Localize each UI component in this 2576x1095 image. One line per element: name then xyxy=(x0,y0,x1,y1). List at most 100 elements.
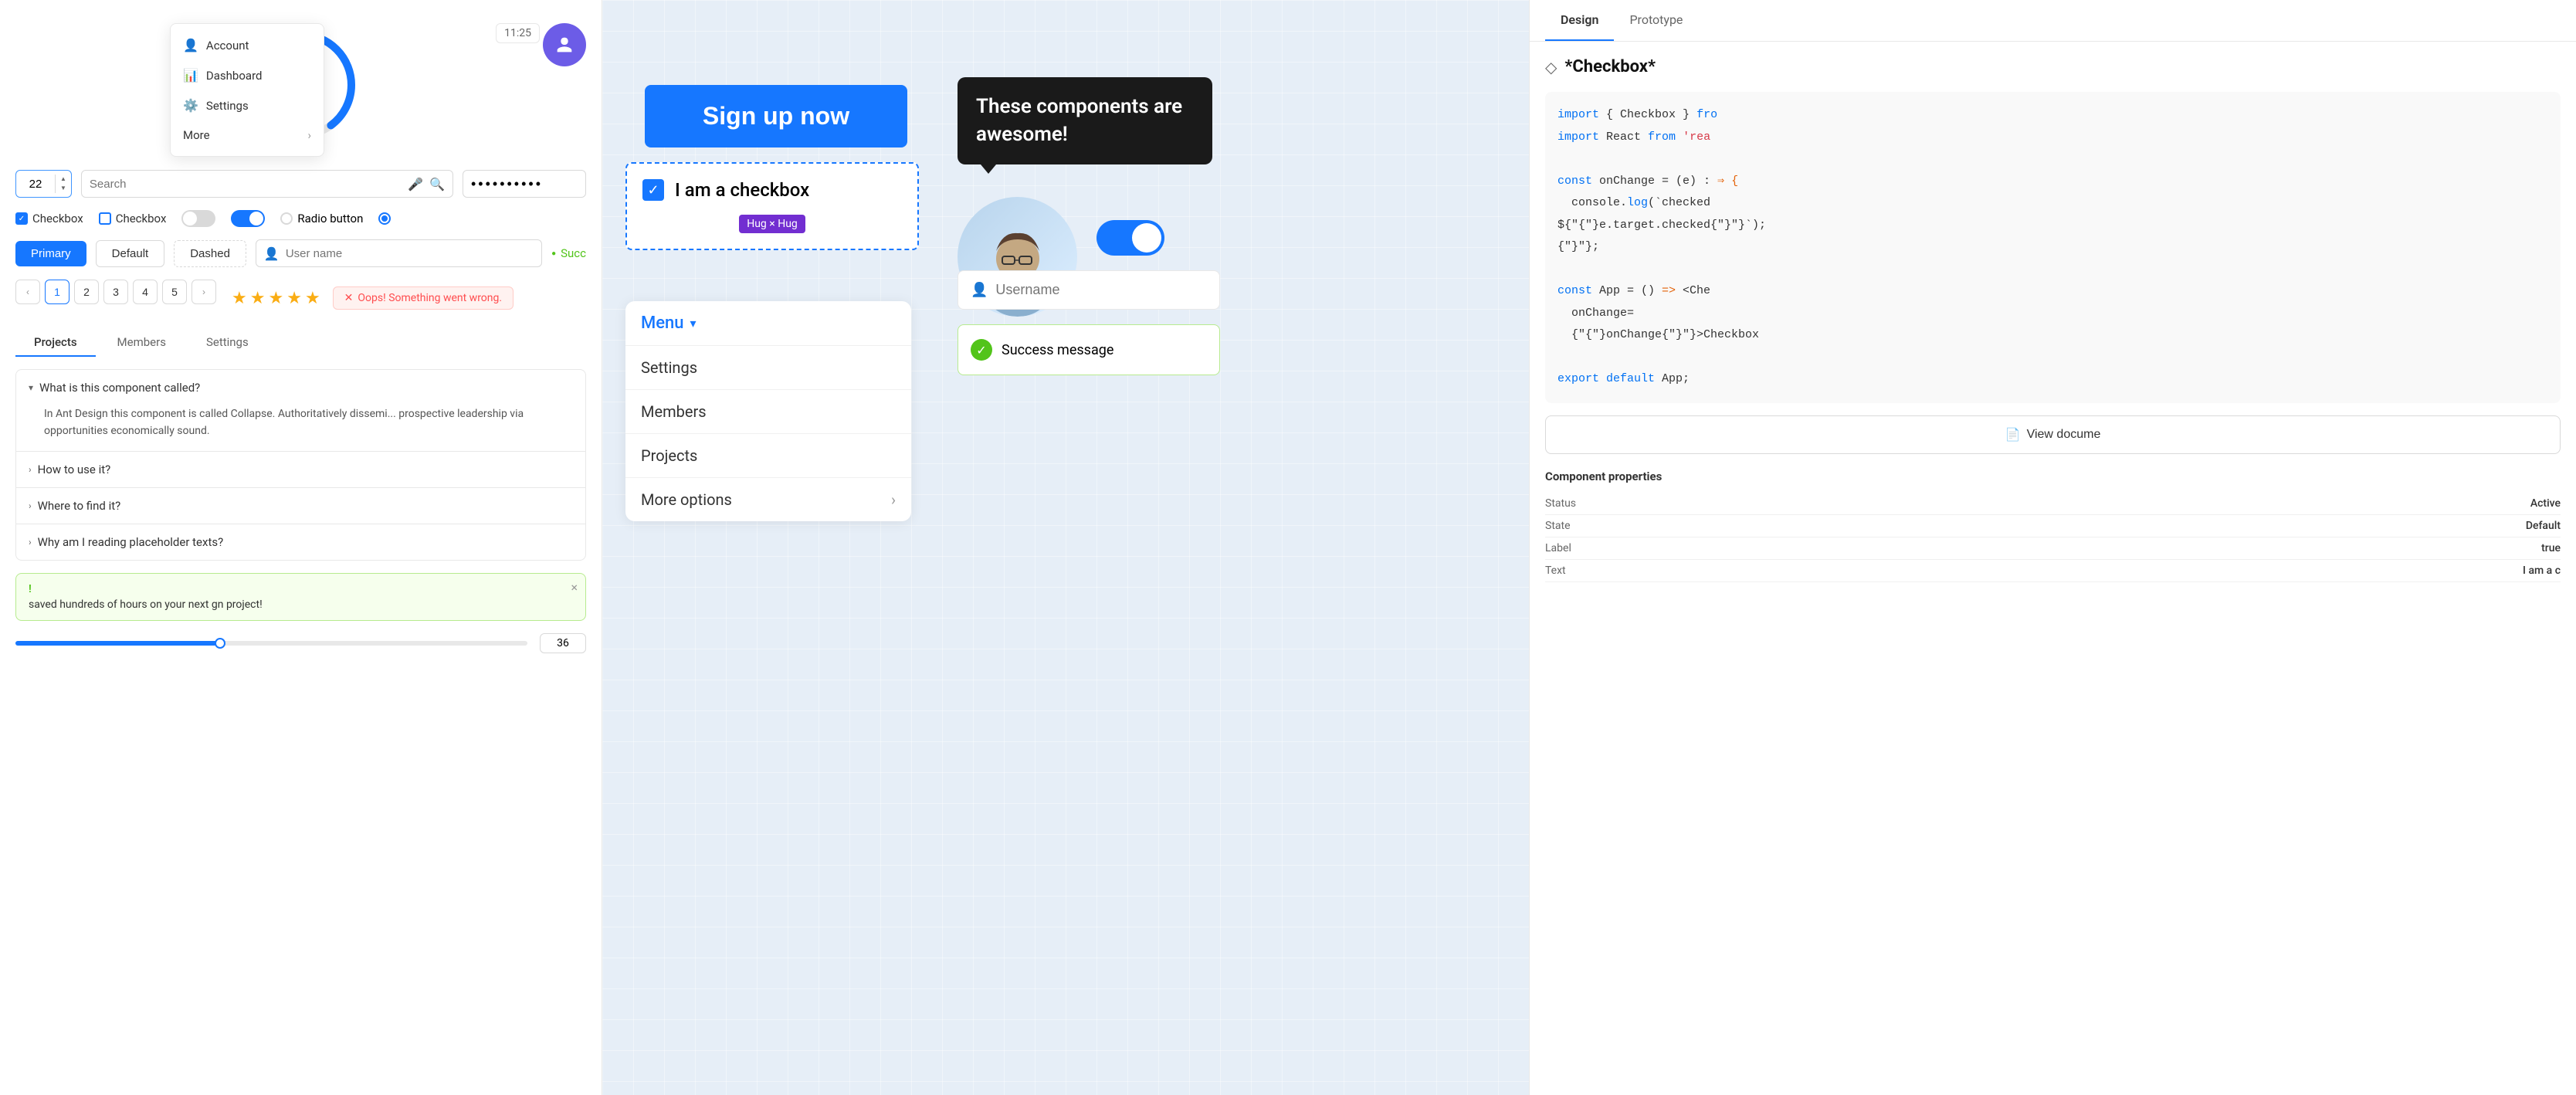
toggle-off[interactable] xyxy=(181,210,215,227)
code-line-13: export default App; xyxy=(1557,368,2548,391)
diamond-icon: ◇ xyxy=(1545,58,1557,76)
slider-thumb[interactable] xyxy=(215,638,225,649)
prev-page-btn[interactable]: ‹ xyxy=(15,280,40,304)
collapse-title-1: What is this component called? xyxy=(39,381,200,395)
tab-settings[interactable]: Settings xyxy=(188,329,267,357)
code-line-3 xyxy=(1557,148,2548,171)
alert-close-btn[interactable]: × xyxy=(571,580,578,595)
search-box[interactable]: 🎤 🔍 xyxy=(81,170,453,198)
star-3[interactable]: ★ xyxy=(268,289,283,308)
right-tab-design[interactable]: Design xyxy=(1545,0,1614,41)
username-input[interactable] xyxy=(286,247,439,260)
radio-button-selected[interactable] xyxy=(378,212,391,225)
right-tab-prototype[interactable]: Prototype xyxy=(1614,0,1698,41)
alert-body: saved hundreds of hours on your next gn … xyxy=(29,598,573,611)
pagination-area: ‹ 1 2 3 4 5 › ★ ★ ★ ★ ★ ✕ Oops! Somethin… xyxy=(15,280,586,317)
page-4-btn[interactable]: 4 xyxy=(133,280,158,304)
decrement-btn[interactable]: ▼ xyxy=(56,184,71,193)
menu-item-members[interactable]: Members xyxy=(625,390,911,434)
collapse-item-2: › How to use it? xyxy=(16,452,585,488)
collapse-icon-right-4: › xyxy=(29,537,32,548)
checkbox-icon-unchecked xyxy=(99,212,111,225)
next-page-btn[interactable]: › xyxy=(192,280,216,304)
collapse-content-1: In Ant Design this component is called C… xyxy=(16,405,585,451)
spinners: ▲ ▼ xyxy=(55,175,71,193)
settings-icon: ⚙️ xyxy=(183,98,198,113)
code-line-12 xyxy=(1557,347,2548,369)
username-field[interactable] xyxy=(995,282,1207,298)
more-options-label: More options xyxy=(641,490,732,509)
collapse-header-1[interactable]: ▾ What is this component called? xyxy=(16,370,585,405)
page-5-btn[interactable]: 5 xyxy=(162,280,187,304)
collapse-header-2[interactable]: › How to use it? xyxy=(16,452,585,487)
code-line-6: ${"{"}e.target.checked{"}"}`); xyxy=(1557,215,2548,237)
right-tab-bar: Design Prototype xyxy=(1530,0,2576,42)
tab-members[interactable]: Members xyxy=(99,329,185,357)
checkbox-card: ✓ I am a checkbox Hug × Hug xyxy=(625,162,919,250)
controls-row: 22 ▲ ▼ 🎤 🔍 xyxy=(15,170,586,198)
primary-button[interactable]: Primary xyxy=(15,241,86,266)
avatar-button[interactable] xyxy=(543,23,586,66)
toggle-blue[interactable] xyxy=(1096,220,1164,256)
radio-inner-dot xyxy=(381,215,388,222)
success-message-text: Success message xyxy=(1002,342,1113,358)
success-message-card: ✓ Success message xyxy=(958,324,1220,375)
checkboxes-row: ✓ Checkbox Checkbox Radio button xyxy=(15,210,586,227)
collapse-header-3[interactable]: › Where to find it? xyxy=(16,488,585,524)
checkbox-blue-unchecked[interactable]: Checkbox xyxy=(99,212,167,225)
dropdown-item-more[interactable]: More › xyxy=(171,120,324,150)
search-input[interactable] xyxy=(90,178,402,191)
password-input[interactable] xyxy=(471,176,578,192)
collapse-header-4[interactable]: › Why am I reading placeholder texts? xyxy=(16,524,585,560)
radio-circle-selected xyxy=(378,212,391,225)
star-1[interactable]: ★ xyxy=(232,289,247,308)
star-5[interactable]: ★ xyxy=(305,289,320,308)
default-button[interactable]: Default xyxy=(96,240,165,267)
collapse-item-4: › Why am I reading placeholder texts? xyxy=(16,524,585,560)
big-checkbox[interactable]: ✓ I am a checkbox xyxy=(642,179,902,201)
username-input-card[interactable]: 👤 xyxy=(958,270,1220,310)
tooltip-arrow xyxy=(981,164,996,174)
star-4[interactable]: ★ xyxy=(286,289,302,308)
page-1-btn[interactable]: 1 xyxy=(45,280,69,304)
chevron-right-icon: › xyxy=(307,128,311,142)
increment-btn[interactable]: ▲ xyxy=(56,175,71,184)
star-2[interactable]: ★ xyxy=(250,289,266,308)
checkbox-blue-checked[interactable]: ✓ Checkbox xyxy=(15,212,83,225)
page-2-btn[interactable]: 2 xyxy=(74,280,99,304)
menu-item-settings[interactable]: Settings xyxy=(625,346,911,390)
number-field[interactable]: 22 xyxy=(16,178,55,191)
tab-bar: Projects Members Settings xyxy=(15,329,586,357)
collapse-title-4: Why am I reading placeholder texts? xyxy=(38,535,224,549)
page-3-btn[interactable]: 3 xyxy=(103,280,128,304)
number-input[interactable]: 22 ▲ ▼ xyxy=(15,170,72,198)
code-line-8 xyxy=(1557,259,2548,281)
dropdown-menu: 👤 Account 📊 Dashboard ⚙️ Settings More › xyxy=(170,23,324,157)
success-badge: ● Succ xyxy=(551,246,586,260)
search-icon[interactable]: 🔍 xyxy=(429,177,445,192)
left-panel: 40% 👤 Account 📊 Dashboard ⚙️ Settings Mo… xyxy=(0,0,602,1095)
dropdown-item-account[interactable]: 👤 Account xyxy=(171,30,324,60)
view-document-button[interactable]: 📄 View docume xyxy=(1545,415,2561,454)
dropdown-item-dashboard[interactable]: 📊 Dashboard xyxy=(171,60,324,90)
property-row-status: Status Active xyxy=(1545,493,2561,515)
menu-item-more[interactable]: More options › xyxy=(625,478,911,521)
menu-chevron-icon: ▾ xyxy=(690,316,697,331)
checkbox-icon-checked: ✓ xyxy=(15,212,28,225)
dropdown-item-label: Settings xyxy=(206,99,249,113)
toggle-on[interactable] xyxy=(231,210,265,227)
username-input-box[interactable]: 👤 xyxy=(256,239,542,267)
collapse-title-3: Where to find it? xyxy=(38,499,121,513)
password-box[interactable] xyxy=(463,170,586,198)
collapse-item-3: › Where to find it? xyxy=(16,488,585,524)
dropdown-item-settings[interactable]: ⚙️ Settings xyxy=(171,90,324,120)
property-row-label: Label true xyxy=(1545,537,2561,560)
signup-button[interactable]: Sign up now xyxy=(645,85,907,147)
tab-projects[interactable]: Projects xyxy=(15,329,96,357)
radio-button[interactable]: Radio button xyxy=(280,212,363,225)
dashed-button[interactable]: Dashed xyxy=(174,240,246,267)
menu-title: Menu xyxy=(641,314,684,333)
toggle-thumb-blue xyxy=(1132,223,1161,253)
middle-panel: Sign up now ✓ I am a checkbox Hug × Hug … xyxy=(602,0,1529,1095)
menu-item-projects[interactable]: Projects xyxy=(625,434,911,478)
